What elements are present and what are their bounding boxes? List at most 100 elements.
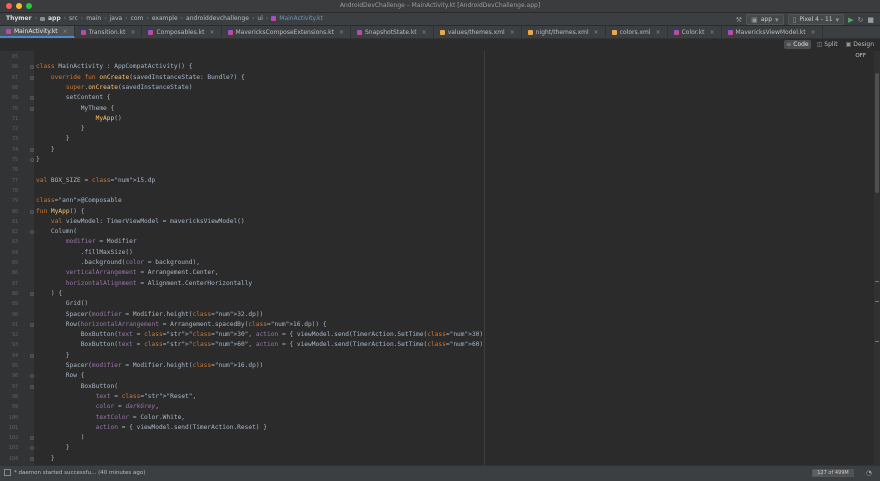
code-line[interactable]: .fillMaxSize() (36, 249, 133, 256)
tab-mavericks-viewmodel[interactable]: MavericksViewModel.kt × (722, 26, 823, 38)
breadcrumb-module[interactable]: app (48, 15, 61, 22)
status-message[interactable]: * daemon started successfu... (40 minute… (14, 470, 145, 476)
rerun-icon[interactable]: ↻ (858, 16, 864, 24)
close-icon[interactable]: × (209, 29, 214, 36)
close-icon[interactable]: × (130, 29, 135, 36)
code-line[interactable]: super.onCreate(savedInstanceState) (36, 84, 193, 91)
close-icon[interactable]: × (422, 29, 427, 36)
fold-marker-icon[interactable] (30, 322, 34, 327)
close-icon[interactable]: × (339, 29, 344, 36)
code-line[interactable]: Column( (36, 228, 77, 235)
code-area[interactable]: class MainActivity : AppCompatActivity()… (36, 51, 498, 465)
code-line[interactable]: Row(horizontalArrangement = Arrangement.… (36, 321, 327, 328)
fold-marker-icon[interactable] (30, 96, 34, 101)
code-line[interactable]: Spacer(modifier = Modifier.height(class=… (36, 311, 263, 318)
code-line[interactable]: } (36, 125, 85, 132)
code-line[interactable]: val BOX_SIZE = class="num">15.dp (36, 177, 155, 184)
vertical-scrollbar[interactable] (874, 51, 880, 465)
fold-marker-icon[interactable] (30, 456, 34, 461)
memory-indicator[interactable]: 127 of 499M (812, 469, 854, 477)
breadcrumb-com[interactable]: com (131, 15, 144, 22)
fold-marker-icon[interactable] (30, 147, 34, 152)
close-icon[interactable]: × (709, 29, 714, 36)
tab-transition[interactable]: Transition.kt × (75, 26, 143, 38)
run-configuration-select[interactable]: ▣ app ▾ (746, 14, 784, 25)
code-line[interactable]: } (36, 444, 70, 451)
code-line[interactable]: setContent { (36, 94, 111, 101)
run-icon[interactable]: ▶ (848, 16, 853, 24)
tab-snapshot-state[interactable]: SnapshotState.kt × (351, 26, 434, 38)
fold-marker-icon[interactable] (30, 209, 34, 214)
breadcrumb-src[interactable]: src (69, 15, 78, 22)
device-select[interactable]: ▯ Pixel 4 - 11 ▾ (787, 14, 845, 25)
stop-icon[interactable]: ■ (867, 16, 874, 24)
code-line[interactable]: horizontalAlignment = Alignment.CenterHo… (36, 280, 252, 287)
fold-marker-icon[interactable] (30, 446, 34, 451)
fold-marker-icon[interactable] (30, 158, 34, 162)
close-icon[interactable]: × (656, 29, 661, 36)
breadcrumb-project[interactable]: Thymer (6, 15, 32, 22)
fold-marker-icon[interactable] (30, 353, 34, 358)
close-icon[interactable]: × (811, 29, 816, 36)
scroll-thumb[interactable] (875, 73, 879, 193)
tab-color-kt[interactable]: Color.kt × (668, 26, 722, 38)
fold-marker-icon[interactable] (30, 65, 34, 70)
code-line[interactable]: MyApp() (36, 115, 122, 122)
code-line[interactable]: class MainActivity : AppCompatActivity()… (36, 63, 192, 70)
code-line[interactable]: modifier = Modifier (36, 238, 137, 245)
tab-mavericks-compose-extensions[interactable]: MavericksComposeExtensions.kt × (222, 26, 351, 38)
code-line[interactable]: } (36, 135, 70, 142)
breadcrumb-main[interactable]: main (86, 15, 101, 22)
fold-marker-icon[interactable] (30, 230, 34, 235)
fold-marker-icon[interactable] (30, 75, 34, 80)
code-line[interactable]: val viewModel: TimerViewModel = maverick… (36, 218, 245, 225)
tab-colors-xml[interactable]: colors.xml × (606, 26, 668, 38)
code-line[interactable]: BoxButton(text = class="str">"class="num… (36, 331, 498, 338)
code-line[interactable]: BoxButton(text = class="str">"class="num… (36, 341, 498, 348)
code-line[interactable]: color = darkGrey, (36, 403, 159, 410)
close-icon[interactable]: × (594, 29, 599, 36)
close-icon[interactable]: × (510, 29, 515, 36)
preview-toggle[interactable]: OFF (855, 53, 866, 59)
fold-marker-icon[interactable] (30, 384, 34, 389)
breadcrumb-file[interactable]: MainActivity.kt (279, 15, 323, 22)
breadcrumb-ui[interactable]: ui (257, 15, 262, 22)
code-line[interactable]: textColor = Color.White, (36, 414, 185, 421)
code-line[interactable]: BoxButton( (36, 383, 118, 390)
code-mode-button[interactable]: ≡ Code (784, 40, 811, 49)
fold-marker-icon[interactable] (30, 291, 34, 296)
code-line[interactable]: text = class="str">"Reset", (36, 393, 197, 400)
fold-marker-icon[interactable] (30, 436, 34, 441)
code-line[interactable]: action = { viewModel.send(TimerAction.Re… (36, 424, 267, 431)
breadcrumb-java[interactable]: java (110, 15, 123, 22)
breadcrumb-example[interactable]: example (152, 15, 178, 22)
code-line[interactable]: verticalArrangement = Arrangement.Center… (36, 269, 219, 276)
design-mode-button[interactable]: ▣ Design (844, 40, 876, 49)
code-line[interactable]: } (36, 352, 70, 359)
code-editor[interactable]: 65 66 67 68 69 70 71 72 73 74 75 76 77 78 79 80 81 82 83 84… (0, 51, 880, 465)
code-line[interactable]: Grid() (36, 300, 88, 307)
tab-mainactivity[interactable]: MainActivity.kt × (0, 26, 75, 38)
tab-night-themes[interactable]: night/themes.xml × (522, 26, 606, 38)
code-line[interactable]: class="ann">@Composable (36, 197, 122, 204)
code-line[interactable]: ) { (36, 290, 62, 297)
tab-values-themes[interactable]: values/themes.xml × (434, 26, 522, 38)
tool-windows-icon[interactable] (4, 469, 11, 476)
hammer-icon[interactable]: ⚒ (736, 16, 742, 24)
code-line[interactable]: .background(color = background), (36, 259, 200, 266)
code-line[interactable]: fun MyApp() { (36, 208, 84, 215)
breadcrumb-package[interactable]: androiddevchallenge (186, 15, 249, 22)
code-line[interactable]: MyTheme { (36, 105, 115, 112)
code-line[interactable]: ) (36, 434, 85, 441)
code-line[interactable]: } (36, 455, 55, 462)
code-line[interactable]: } (36, 156, 40, 163)
notifications-icon[interactable]: ◔ (866, 469, 872, 477)
split-mode-button[interactable]: ◫ Split (815, 40, 840, 49)
fold-marker-icon[interactable] (30, 106, 34, 111)
code-line[interactable]: override fun onCreate(savedInstanceState… (36, 74, 245, 81)
fold-marker-icon[interactable] (30, 374, 34, 379)
code-line[interactable]: } (36, 146, 55, 153)
close-icon[interactable]: × (63, 28, 68, 35)
tab-composables[interactable]: Composables.kt × (142, 26, 222, 38)
code-line[interactable]: Row { (36, 372, 85, 379)
